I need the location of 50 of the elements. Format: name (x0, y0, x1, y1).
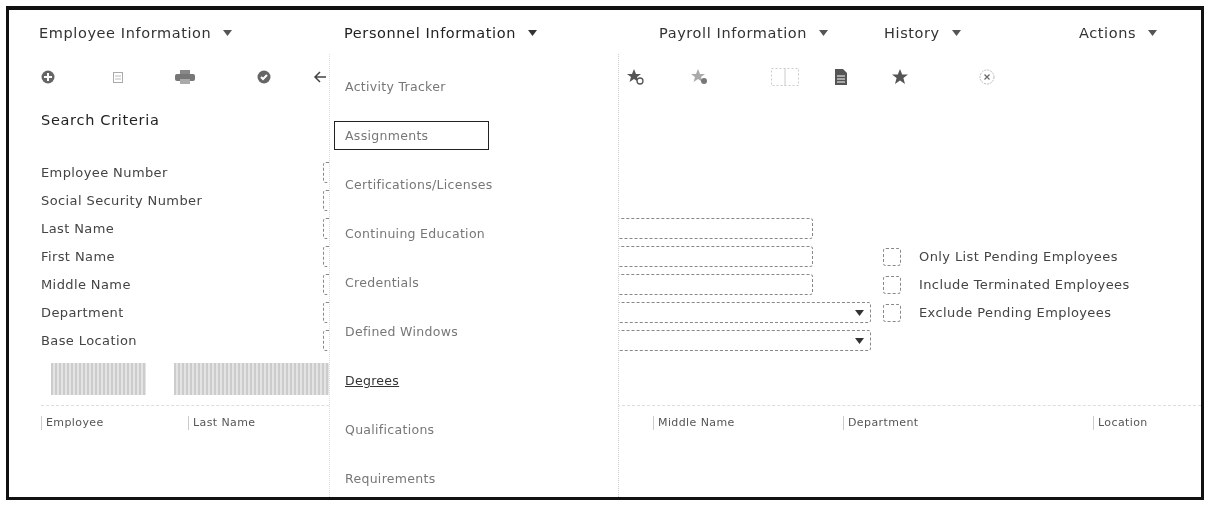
caret-icon (855, 337, 864, 344)
star-minus-icon[interactable] (691, 69, 709, 85)
checkbox[interactable] (883, 303, 901, 322)
checkbox-label: Exclude Pending Employees (919, 305, 1112, 320)
checkbox-label: Include Terminated Employees (919, 277, 1130, 292)
checkbox[interactable] (883, 247, 901, 266)
field-label: Last Name (41, 220, 116, 238)
menu-option[interactable]: Requirements (334, 464, 618, 493)
star-icon[interactable] (891, 69, 909, 85)
caret-icon (1148, 30, 1158, 36)
menu-item[interactable]: Actions (1079, 20, 1201, 46)
menu-option[interactable]: Certifications/Licenses (334, 170, 618, 199)
plus-circle-icon[interactable] (41, 70, 55, 84)
menu-option[interactable]: Qualifications (334, 415, 618, 444)
caret-icon (528, 30, 537, 36)
menu-item[interactable]: Personnel Information (344, 20, 659, 46)
calendar-icon[interactable] (113, 71, 123, 83)
caret-icon (223, 30, 233, 36)
printer-icon[interactable] (175, 70, 195, 84)
caret-icon (855, 309, 864, 316)
field-label: First Name (41, 248, 116, 266)
arrow-left-icon[interactable] (313, 70, 327, 84)
close-circle-icon[interactable] (979, 69, 995, 85)
column-header[interactable]: Employee (41, 416, 104, 430)
field-label: Employee Number (41, 164, 169, 182)
menu-option[interactable]: Degrees (334, 366, 618, 395)
checkbox-label: Only List Pending Employees (919, 249, 1118, 264)
menu-option[interactable]: Defined Windows (334, 317, 618, 346)
star-plus-icon[interactable] (627, 69, 645, 85)
section-title: Search Criteria (41, 112, 160, 128)
checkbox[interactable] (883, 275, 901, 294)
column-header[interactable]: Last Name (188, 416, 256, 430)
menu-item[interactable]: History (884, 20, 1079, 46)
column-header[interactable]: Location (1093, 416, 1148, 430)
field-label: Middle Name (41, 276, 132, 294)
field-label: Base Location (41, 332, 138, 350)
document-icon[interactable] (835, 69, 847, 85)
menu-option[interactable]: Activity Tracker (334, 72, 618, 101)
menu-item[interactable]: Employee Information (39, 20, 344, 46)
field-label: Department (41, 304, 125, 322)
caret-icon (951, 30, 961, 36)
field-label: Social Security Number (41, 192, 204, 210)
caret-icon (819, 30, 829, 36)
menu-option[interactable]: Continuing Education (334, 219, 618, 248)
check-circle-icon[interactable] (257, 70, 271, 84)
menu-item[interactable]: Payroll Information (659, 20, 884, 46)
menu-option[interactable]: Assignments (334, 121, 490, 150)
column-header[interactable]: Department (843, 416, 919, 430)
menu-option[interactable]: Credentials (334, 268, 618, 297)
column-header[interactable]: Middle Name (653, 416, 735, 430)
